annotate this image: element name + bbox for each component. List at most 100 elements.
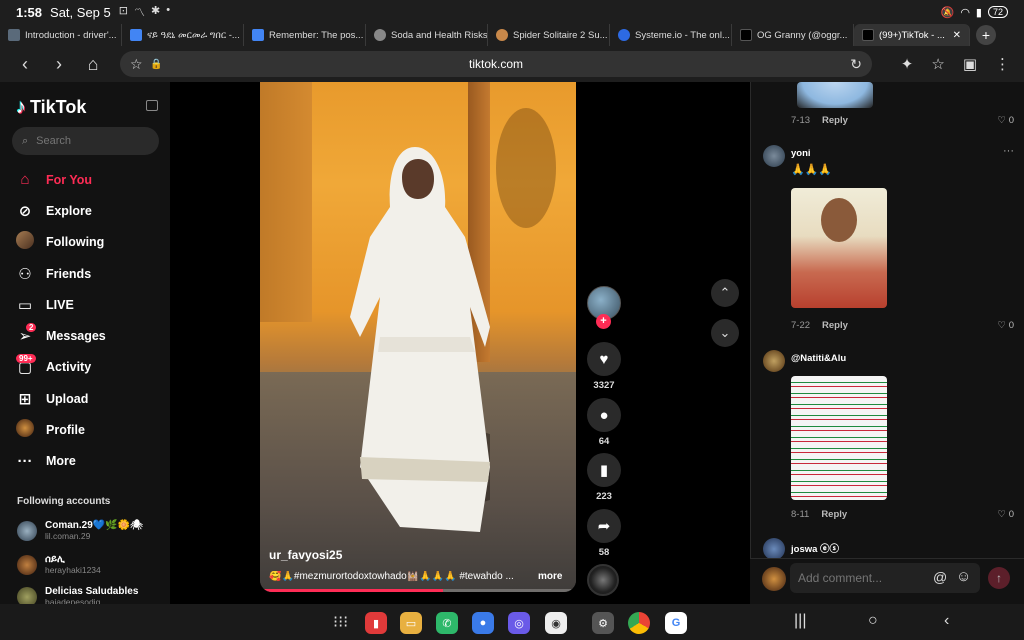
- follow-plus-icon[interactable]: +: [596, 314, 611, 329]
- back-button[interactable]: ‹: [8, 46, 42, 82]
- flipboard-app-icon[interactable]: ▮: [365, 612, 387, 634]
- chrome-app-icon[interactable]: [628, 612, 650, 634]
- comment-like[interactable]: ♡ 0: [998, 509, 1014, 520]
- back-nav-icon[interactable]: ‹: [944, 612, 949, 630]
- forward-button[interactable]: ›: [42, 46, 76, 82]
- main-nav: ⌂ For You ⊘ Explore Following ⚇ Friends ▭ LI…: [16, 164, 106, 477]
- system-status-bar: 1:58 Sat, Sep 5 ⊡ 〽 ✱ • 🔕 ◠ ▮ 72: [0, 0, 1024, 24]
- google-app-icon[interactable]: G: [665, 612, 687, 634]
- avatar[interactable]: [763, 538, 785, 560]
- files-app-icon[interactable]: ▭: [400, 612, 422, 634]
- menu-dots-icon[interactable]: ⋮: [995, 55, 1010, 73]
- comment-button[interactable]: ●: [587, 398, 621, 432]
- comment-username[interactable]: yoni: [791, 148, 811, 159]
- comment-username[interactable]: @Natiti&Alu: [791, 353, 846, 364]
- mention-icon[interactable]: @: [933, 569, 947, 585]
- reply-button[interactable]: Reply: [821, 509, 847, 520]
- bookmark-star-icon[interactable]: ☆: [130, 56, 143, 73]
- settings-icon: ✱: [150, 5, 161, 17]
- browser-tab[interactable]: OG Granny (@oggr...: [732, 24, 854, 46]
- video-player[interactable]: ur_favyosi25 🥰🙏#mezmurortodoxtowhado🕍🙏🙏🙏…: [260, 82, 576, 592]
- browser-tab[interactable]: Soda and Health Risks: [366, 24, 488, 46]
- share-button[interactable]: ➦: [587, 509, 621, 543]
- nav-upload[interactable]: ⊞ Upload: [16, 383, 106, 414]
- post-comment-button[interactable]: ↑: [988, 567, 1010, 589]
- address-bar[interactable]: ☆ 🔒 tiktok.com ↻: [120, 51, 872, 77]
- search-input[interactable]: [36, 135, 137, 147]
- browser-tab-active[interactable]: (99+)TikTok - ... ✕: [854, 24, 970, 46]
- comment-emoji-grid-image[interactable]: [791, 376, 887, 500]
- comment-like[interactable]: ♡ 0: [998, 320, 1014, 331]
- nav-explore[interactable]: ⊘ Explore: [16, 195, 106, 226]
- docs-icon: [252, 29, 264, 41]
- messages-app-icon[interactable]: ●: [472, 612, 494, 634]
- avatar[interactable]: [763, 350, 785, 372]
- avatar: [17, 554, 37, 575]
- caption-more-button[interactable]: more: [538, 571, 562, 582]
- camera-app-icon[interactable]: ◉: [545, 612, 567, 634]
- reply-button[interactable]: Reply: [822, 320, 848, 331]
- nav-friends[interactable]: ⚇ Friends: [16, 258, 106, 289]
- following-account[interactable]: Coman.29💙🌿🌼🕷 lil.coman.29: [17, 520, 143, 541]
- activity-badge: 99+: [16, 353, 36, 363]
- following-accounts-header: Following accounts: [17, 496, 111, 507]
- nav-more[interactable]: ··· More: [16, 446, 106, 477]
- emoji-icon[interactable]: ☺: [956, 568, 971, 585]
- reply-button[interactable]: Reply: [822, 115, 848, 126]
- video-progress-bar[interactable]: [260, 589, 576, 592]
- tiktok-icon: [740, 29, 752, 41]
- recent-apps-icon[interactable]: |||: [794, 612, 806, 630]
- nav-for-you[interactable]: ⌂ For You: [16, 164, 106, 195]
- wifi-icon: ◠: [960, 6, 970, 19]
- comment-input-box[interactable]: [790, 563, 980, 593]
- previous-video-button[interactable]: ⌃: [711, 279, 739, 307]
- nav-following[interactable]: Following: [16, 227, 106, 258]
- comment-like[interactable]: ♡ 0: [998, 115, 1014, 126]
- browser-tab[interactable]: ናይ ዓደኒ መርመራ ግበር -...: [122, 24, 244, 46]
- more-dots-icon: ···: [17, 452, 33, 470]
- like-button[interactable]: ♥: [587, 342, 621, 376]
- phone-app-icon[interactable]: ✆: [436, 612, 458, 634]
- tabs-count-icon[interactable]: ▣: [963, 55, 977, 73]
- internet-app-icon[interactable]: ◎: [508, 612, 530, 634]
- dot-icon: •: [166, 4, 171, 16]
- favorites-icon[interactable]: ☆: [931, 55, 944, 73]
- following-account[interactable]: ሰይሊ herayhaki1234: [17, 554, 101, 575]
- video-author[interactable]: ur_favyosi25: [269, 548, 342, 562]
- comment-image-jesus[interactable]: [791, 188, 887, 308]
- avatar[interactable]: [763, 145, 785, 167]
- settings-app-icon[interactable]: ⚙: [592, 612, 614, 634]
- save-button[interactable]: ▮: [587, 453, 621, 487]
- arrow-right-icon: ›: [56, 53, 62, 74]
- music-disc-icon[interactable]: [587, 564, 619, 596]
- signal-icon: ▮: [975, 6, 982, 19]
- home-button[interactable]: ⌂: [76, 46, 110, 82]
- comment-input[interactable]: [798, 571, 918, 585]
- close-tab-icon[interactable]: ✕: [953, 30, 961, 41]
- comment-username[interactable]: joswa ⓔⓢ: [791, 541, 839, 555]
- reload-icon[interactable]: ↻: [850, 56, 862, 73]
- browser-tab[interactable]: Systeme.io - The onl...: [610, 24, 732, 46]
- nav-profile[interactable]: Profile: [16, 414, 106, 445]
- collapse-sidebar-icon[interactable]: [146, 100, 158, 111]
- heart-outline-icon: ♡: [997, 320, 1007, 331]
- comment-options-icon[interactable]: ···: [1003, 145, 1014, 157]
- browser-tab[interactable]: Introduction - driver'...: [0, 24, 122, 46]
- search-box[interactable]: ⌕: [12, 127, 159, 155]
- nav-messages[interactable]: ➢ Messages 2: [16, 320, 106, 351]
- trend-icon: 〽: [133, 7, 145, 19]
- extensions-icon[interactable]: ✦: [901, 55, 914, 73]
- next-video-button[interactable]: ⌄: [711, 319, 739, 347]
- heart-icon: ♥: [599, 350, 609, 368]
- tiktok-logo[interactable]: ♪ TikTok: [16, 96, 86, 119]
- nav-activity[interactable]: ▢ Activity 99+: [16, 352, 106, 383]
- browser-tab[interactable]: Spider Solitaire 2 Su...: [488, 24, 610, 46]
- tiktok-sidebar: ♪TikTok ⌕ ⌂For You ⊘Explore Following ⚇F…: [0, 82, 170, 607]
- home-nav-icon[interactable]: ○: [868, 612, 878, 630]
- app-drawer-icon[interactable]: ⁝⁝⁝: [333, 612, 348, 632]
- battery-indicator: 72: [987, 6, 1008, 18]
- nav-live[interactable]: ▭ LIVE: [16, 289, 106, 320]
- tiktok-note-icon: ♪: [16, 96, 26, 118]
- new-tab-button[interactable]: +: [976, 25, 996, 45]
- browser-tab[interactable]: Remember: The pos...: [244, 24, 366, 46]
